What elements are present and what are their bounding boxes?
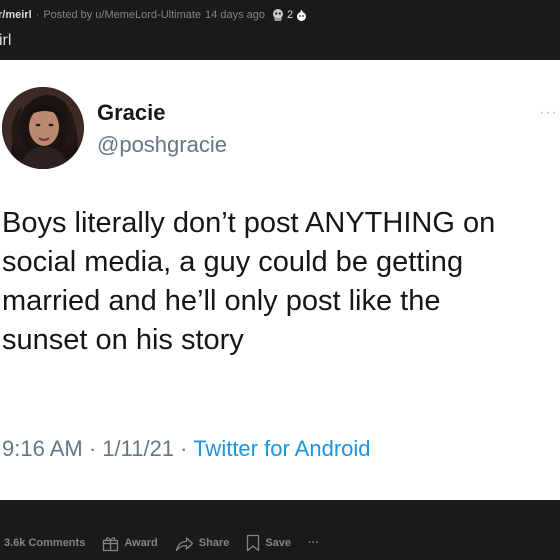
tweet-line: Boys literally don’t post ANYTHING on [2,207,496,239]
posted-by[interactable]: Posted by u/MemeLord-Ultimate [43,9,201,21]
tweet-more-icon[interactable]: ··· [539,104,558,122]
subreddit-link[interactable]: r/meirl [0,9,32,21]
tweet-source[interactable]: Twitter for Android [193,436,370,461]
post-actions: 3.6k Comments Award Share Save ··· [4,534,336,552]
comments-label: 3.6k Comments [4,537,86,549]
tweet-timestamp: 9:16 AM · 1/11/21 · Twitter for Android [2,436,371,462]
tweet-line: social media, a guy could be getting [2,246,464,278]
save-label: Save [265,537,292,549]
more-options-icon: ··· [308,537,320,549]
tweet-author-handle[interactable]: @poshgracie [97,132,227,158]
more-options-button[interactable]: ··· [308,537,319,549]
rocket-award-icon [297,9,307,21]
tweet-line: married and he’ll only post like the [2,285,441,317]
award-button[interactable]: Award [102,535,158,552]
bookmark-icon [247,534,260,552]
post-title[interactable]: irl [0,32,11,50]
award-label: Award [124,537,158,549]
post-action-bar: 3.6k Comments Award Share Save ··· [0,500,560,560]
post-meta: r/meirl · Posted by u/MemeLord-Ultimate … [0,6,308,24]
avatar[interactable] [2,87,84,169]
award-gift-icon [103,536,119,551]
post-awards[interactable]: 2 [271,8,308,22]
award-icon [272,9,283,21]
share-arrow-icon [175,536,193,551]
post-age: 14 days ago [205,9,265,21]
share-button[interactable]: Share [175,535,230,552]
tweet-line: sunset on his story [2,324,244,356]
meta-separator: · [35,9,40,21]
comments-button[interactable]: 3.6k Comments [4,537,85,549]
avatar-photo-icon [2,87,84,169]
post-header: r/meirl · Posted by u/MemeLord-Ultimate … [0,0,560,60]
share-label: Share [198,537,230,549]
tweet-text: Boys literally don’t post ANYTHING on so… [2,204,560,360]
tweet-card: Gracie @poshgracie ··· Boys literally do… [0,60,560,500]
save-button[interactable]: Save [246,534,291,552]
tweet-time: 9:16 AM · 1/11/21 · [2,436,194,461]
tweet-author-name[interactable]: Gracie [97,100,166,126]
award-count: 2 [286,9,294,21]
